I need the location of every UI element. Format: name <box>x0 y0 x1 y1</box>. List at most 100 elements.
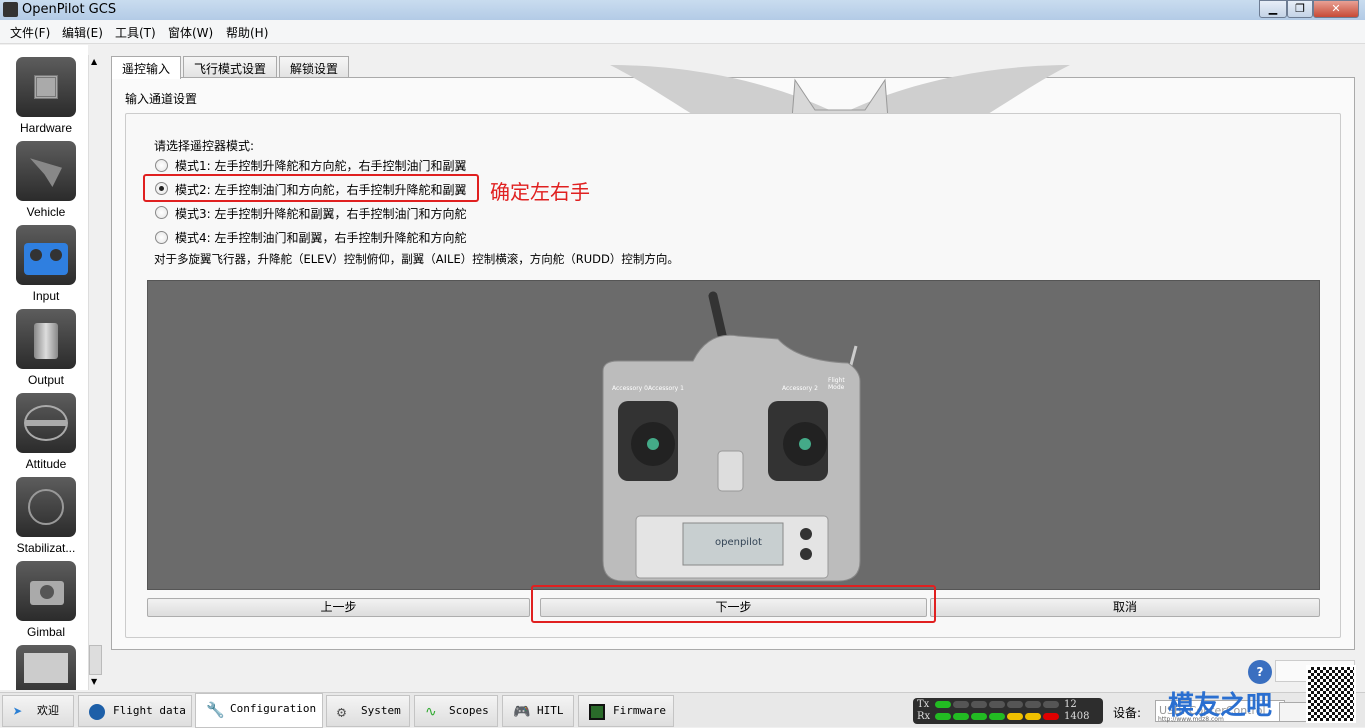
tab-configuration[interactable]: 🔧 Configuration <box>195 693 323 728</box>
mode3-label[interactable]: 模式3: 左手控制升降舵和副翼，右手控制油门和方向舵 <box>175 205 467 222</box>
scope-icon: ∿ <box>425 704 437 720</box>
stick-note: 对于多旋翼飞行器，升降舵（ELEV）控制俯仰，副翼（AILE）控制横滚，方向舵（… <box>154 252 679 266</box>
camera-icon <box>16 561 76 621</box>
menu-file[interactable]: 文件(F) <box>10 24 50 41</box>
menu-bar: 文件(F) 编辑(E) 工具(T) 窗体(W) 帮助(H) <box>0 20 1365 44</box>
sidebar-item-label: Input <box>32 289 60 303</box>
minimize-button[interactable]: ▁ <box>1259 0 1287 18</box>
tab-label: Scopes <box>449 704 489 717</box>
telemetry-meter: Tx Rx 12 1408 <box>913 698 1103 724</box>
led-red <box>1043 713 1059 720</box>
maximize-button[interactable]: ❐ <box>1287 0 1313 18</box>
mode1-label[interactable]: 模式1: 左手控制升降舵和方向舵，右手控制油门和副翼 <box>175 157 467 174</box>
chip-icon <box>16 57 76 117</box>
site-url: http://www.mdz8.com <box>1158 716 1224 723</box>
sidebar-scrollbar[interactable]: ▲ ▼ <box>88 55 102 690</box>
sidebar-item-label: Stabilizat... <box>16 541 76 555</box>
mode-prompt: 请选择遥控器模式: <box>154 139 255 153</box>
led-off <box>971 701 987 708</box>
section-title: 输入通道设置 <box>125 92 198 106</box>
tab-arming[interactable]: 解锁设置 <box>279 56 350 78</box>
tab-flight-mode[interactable]: 飞行模式设置 <box>183 56 278 78</box>
sidebar-item-attitude[interactable]: Attitude <box>0 393 88 477</box>
tab-scopes[interactable]: ∿ Scopes <box>414 695 498 727</box>
mode1-radio[interactable] <box>155 159 168 172</box>
sidebar-item-vehicle[interactable]: Vehicle <box>0 141 88 225</box>
motor-icon <box>16 309 76 369</box>
scroll-up-icon[interactable]: ▲ <box>91 57 97 66</box>
mode4-label[interactable]: 模式4: 左手控制油门和副翼，右手控制升降舵和方向舵 <box>175 229 467 246</box>
gyro-icon <box>16 477 76 537</box>
tab-firmware[interactable]: Firmware <box>578 695 674 727</box>
menu-window[interactable]: 窗体(W) <box>168 24 213 41</box>
mode3-radio[interactable] <box>155 206 168 219</box>
window-title: OpenPilot GCS <box>22 2 117 17</box>
sidebar-item-label: Hardware <box>19 121 73 135</box>
menu-tools[interactable]: 工具(T) <box>115 24 156 41</box>
flight-data-icon <box>89 704 105 720</box>
tab-flight-data[interactable]: Flight data <box>78 695 192 727</box>
level-icon <box>16 393 76 453</box>
tab-rc-input[interactable]: 遥控输入 <box>111 56 182 79</box>
accessory0-label: Accessory 0 <box>612 385 648 392</box>
firmware-chip-icon <box>589 704 605 720</box>
openpilot-brand-logo: openpilot <box>715 537 762 548</box>
close-button[interactable]: ✕ <box>1313 0 1359 18</box>
sidebar-item-label: Attitude <box>25 457 67 471</box>
menu-help[interactable]: 帮助(H) <box>226 24 268 41</box>
sidebar-item-gimbal[interactable]: Gimbal <box>0 561 88 645</box>
sidebar-item-gauge[interactable] <box>0 645 88 690</box>
led-yellow <box>1025 713 1041 720</box>
tab-label: HITL <box>537 704 564 717</box>
cancel-button[interactable]: 取消 <box>930 598 1320 617</box>
tab-label: Configuration <box>230 702 317 715</box>
sidebar-item-label: Output <box>27 373 65 387</box>
tx-value: 12 <box>1064 699 1077 710</box>
tab-label: 欢迎 <box>37 704 59 717</box>
title-bar: OpenPilot GCS ▁ ❐ ✕ <box>0 0 1365 20</box>
accessory2-label: Accessory 2 <box>782 385 818 392</box>
gamepad-icon: 🎮 <box>513 704 531 720</box>
tx-label: Tx <box>917 699 930 710</box>
qr-code-image <box>1306 665 1356 723</box>
scroll-down-icon[interactable]: ▼ <box>91 677 97 686</box>
led-off <box>1043 701 1059 708</box>
tab-label: System <box>361 704 401 717</box>
led-off <box>989 701 1005 708</box>
wrench-icon: 🔧 <box>206 701 225 719</box>
flight-mode-label: Flight Mode <box>828 377 845 391</box>
help-icon[interactable]: ? <box>1248 660 1272 684</box>
tab-label: Firmware <box>613 704 666 717</box>
sidebar-item-hardware[interactable]: Hardware <box>0 57 88 141</box>
led-off <box>1007 701 1023 708</box>
led-green <box>953 713 969 720</box>
accessory1-label: Accessory 1 <box>648 385 684 392</box>
annotation-text: 确定左右手 <box>490 180 590 204</box>
aircraft-icon <box>16 141 76 201</box>
led-green <box>935 713 951 720</box>
led-yellow <box>1007 713 1023 720</box>
sidebar-item-label: Vehicle <box>26 205 66 219</box>
led-off <box>953 701 969 708</box>
sidebar-item-input[interactable]: Input <box>0 225 88 309</box>
rx-value: 1408 <box>1064 711 1090 722</box>
welcome-icon: ➤ <box>13 702 23 721</box>
scroll-thumb[interactable] <box>89 645 102 675</box>
sidebar-item-stabilization[interactable]: Stabilizat... <box>0 477 88 561</box>
back-button[interactable]: 上一步 <box>147 598 530 617</box>
tab-hitl[interactable]: 🎮 HITL <box>502 695 574 727</box>
sidebar-item-output[interactable]: Output <box>0 309 88 393</box>
rx-label: Rx <box>917 711 931 722</box>
led-off <box>1025 701 1041 708</box>
led-green <box>989 713 1005 720</box>
transmitter-icon <box>16 225 76 285</box>
menu-edit[interactable]: 编辑(E) <box>62 24 103 41</box>
tab-label: Flight data <box>113 704 186 717</box>
mode4-radio[interactable] <box>155 231 168 244</box>
tab-welcome[interactable]: ➤ 欢迎 <box>2 695 74 727</box>
app-logo-icon <box>3 2 18 17</box>
gauge-icon <box>16 645 76 690</box>
sidebar-item-label: Gimbal <box>26 625 65 639</box>
tab-system[interactable]: ⚙ System <box>326 695 410 727</box>
rx-leds <box>935 713 1059 720</box>
